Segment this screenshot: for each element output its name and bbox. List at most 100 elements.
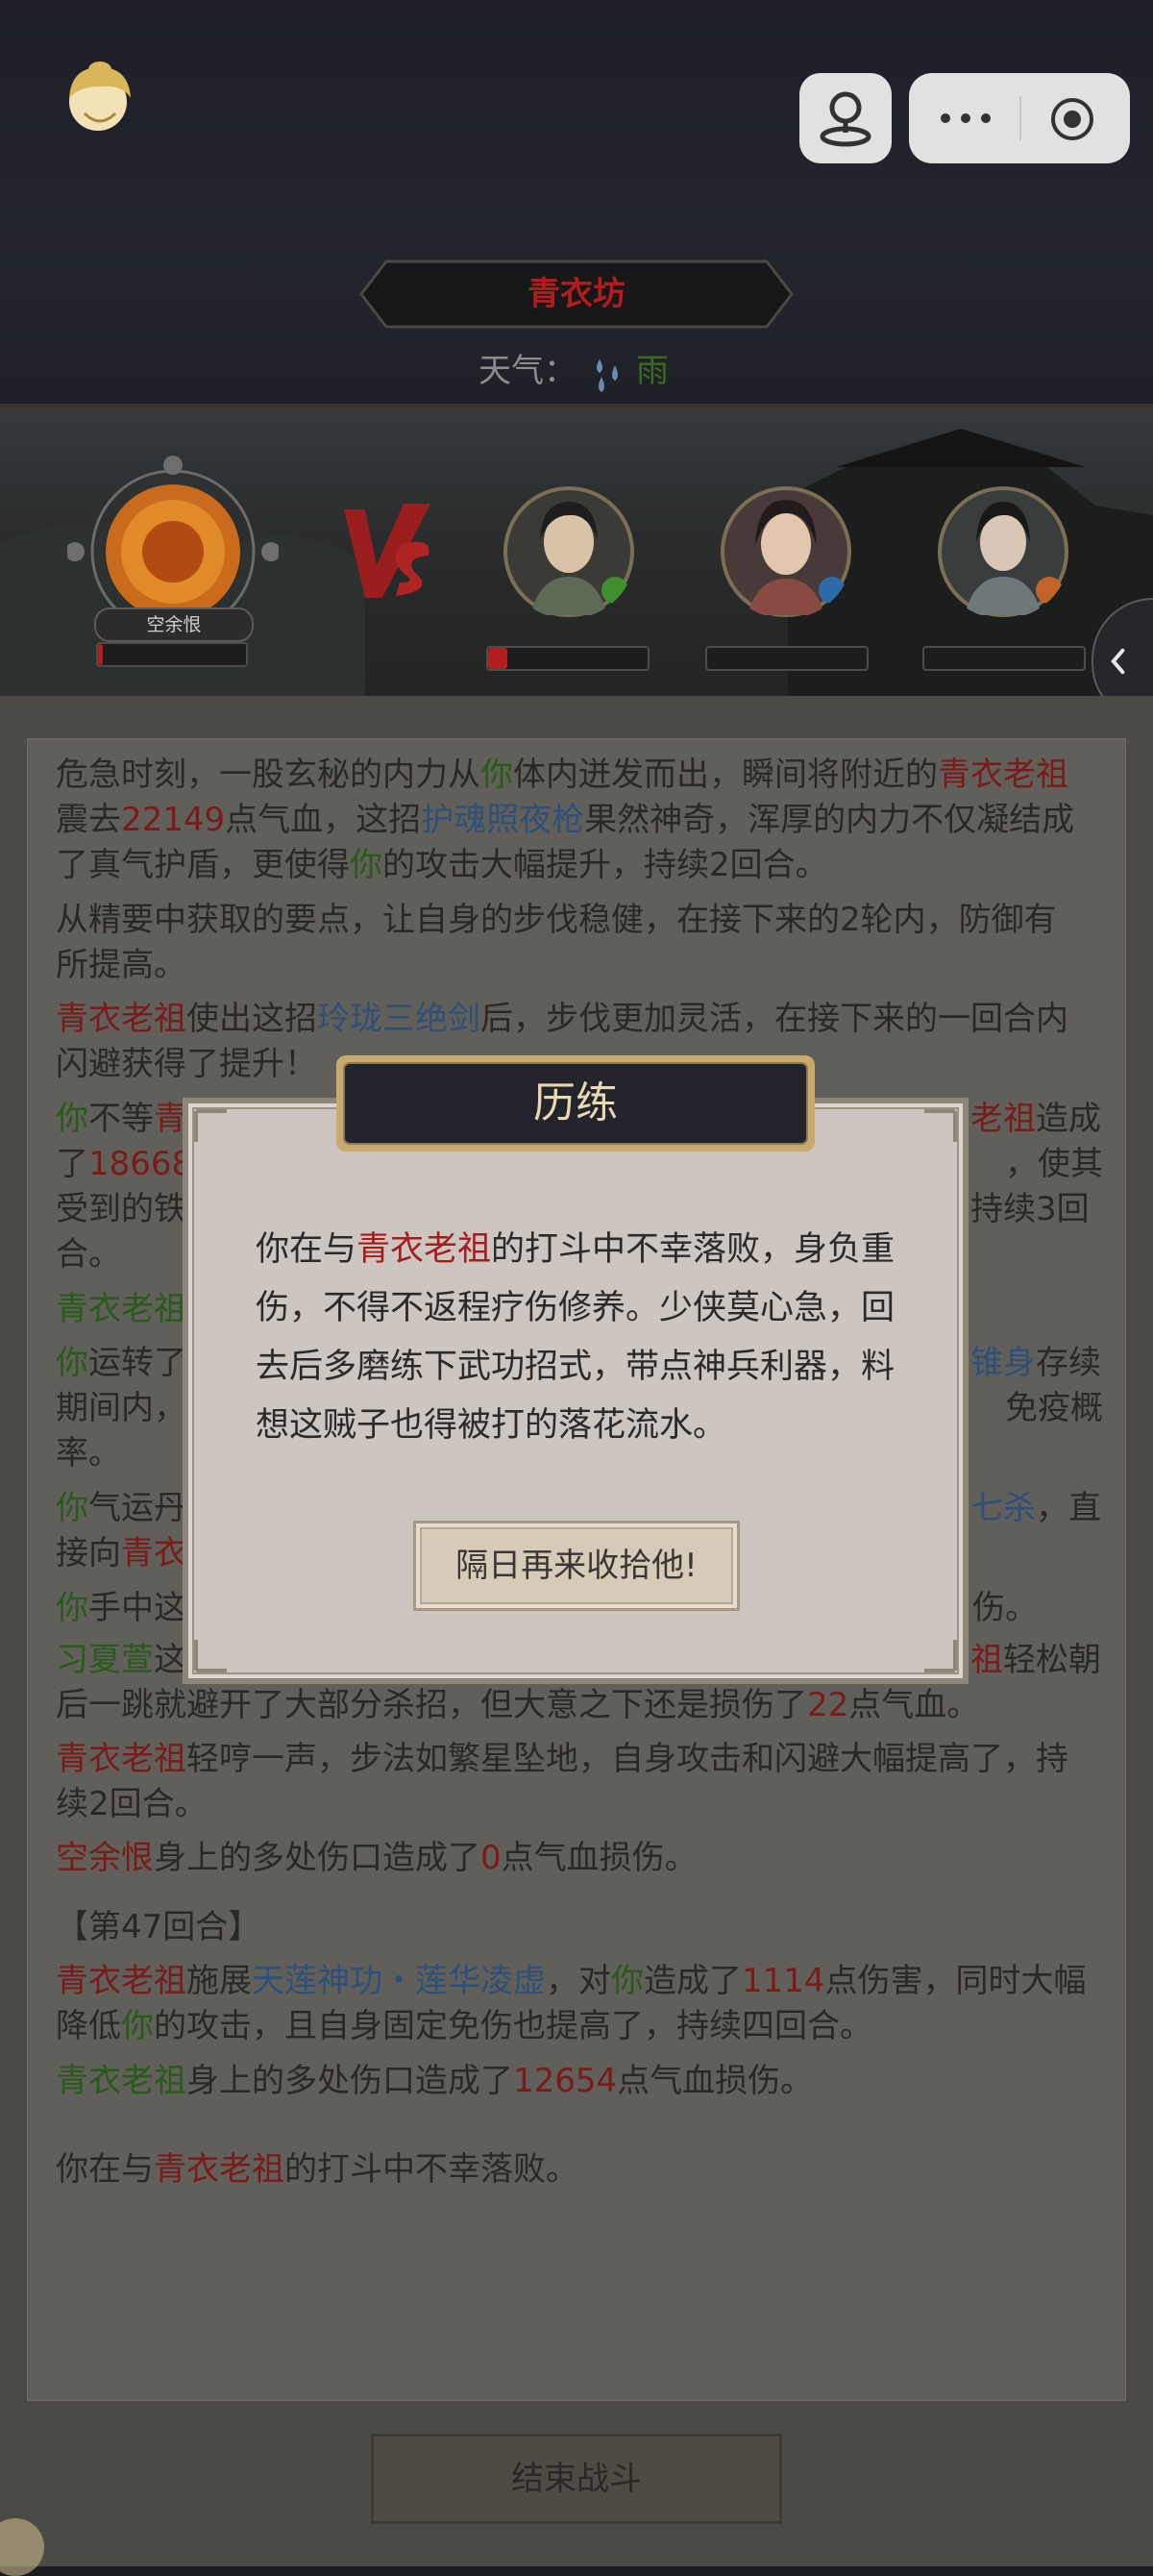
log-text: 身上的多处伤口造成了 [186, 2062, 513, 2100]
log-text: 不等 [88, 1100, 154, 1138]
pin-person-icon [820, 91, 871, 147]
name-highlight-red: 1114 [742, 1962, 825, 2000]
name-highlight-green: 青衣老祖 [56, 1290, 186, 1328]
player-hp-fill [98, 644, 103, 665]
log-text: 造成 [1036, 1100, 1101, 1138]
log-line: 祖轻松朝 [970, 1638, 1115, 1683]
dialog-message-line-1: 你在与青衣老祖的打斗中不幸落败，身负重 [256, 1221, 899, 1279]
dialog-message-line-2: 伤，不得不返程疗伤修养。少侠莫心急，回 [256, 1289, 895, 1327]
log-line: 青衣老祖使出这招玲珑三绝剑后，步伐更加灵活，在接下来的一回合内 [56, 997, 1103, 1042]
skill-name: 护魂照夜枪 [421, 801, 585, 839]
enemy-portrait-1[interactable] [502, 484, 636, 619]
log-text: 你在与 [56, 2150, 154, 2189]
name-highlight-red: 青衣老祖 [56, 1740, 186, 1778]
name-highlight-red: 22 [807, 1686, 849, 1724]
log-text: 点伤害，同时大幅 [824, 1962, 1087, 2000]
log-text: 点气血损伤。 [617, 2062, 814, 2100]
log-text: 运转了 [88, 1344, 186, 1382]
skill-name: 天莲神功・莲华凌虚 [252, 1962, 546, 2000]
log-text: 后一跳就避开了大部分杀招，但大意之下还是损伤了 [56, 1686, 807, 1724]
name-highlight-red: 青衣老祖 [154, 2150, 284, 2189]
log-text: 【第47回合】 [56, 1908, 261, 1946]
skill-name: 七杀 [970, 1489, 1036, 1527]
log-text: 点气血。 [848, 1686, 980, 1724]
log-text: 轻哼一声，步法如繁星坠地，自身攻击和闪避大幅提高了，持 [186, 1740, 1068, 1778]
log-line: 从精要中获取的要点，让自身的步伐稳健，在接下来的2轮内，防御有 [56, 898, 1103, 943]
enemy-portrait-2[interactable] [719, 484, 853, 619]
name-highlight-red: 空余恨 [56, 1839, 154, 1877]
name-highlight-green: 你 [350, 846, 382, 884]
log-text: 所提高。 [56, 946, 186, 984]
log-line: 你在与青衣老祖的打斗中不幸落败。 [56, 2147, 1103, 2192]
log-text: ，对 [546, 1962, 611, 2000]
close-program-icon[interactable] [1049, 96, 1095, 142]
log-line: 了真气护盾，更使得你的攻击大幅提升，持续2回合。 [56, 843, 1103, 888]
dialog-text: 你在与 [256, 1230, 357, 1269]
player-name-tag: 空余恨 [94, 607, 254, 642]
log-text: 存续 [1036, 1344, 1101, 1382]
log-line: 青衣老祖施展天莲神功・莲华凌虚，对你造成了1114点伤害，同时大幅 [56, 1959, 1103, 2004]
log-line: 所提高。 [56, 943, 1103, 988]
log-text: 降低 [56, 2007, 121, 2045]
log-text: 震去 [56, 801, 121, 839]
name-highlight-red: 青 [154, 1100, 186, 1138]
dialog-message-line-3: 去后多磨练下武功招式，带点神兵利器，料 [256, 1348, 895, 1386]
name-highlight-green: 你 [56, 1489, 88, 1527]
name-highlight-green: 你 [56, 1344, 88, 1382]
skill-name: 锥身 [970, 1344, 1036, 1382]
log-line: 伤。 [972, 1586, 1088, 1631]
weather-label: 天气： [478, 352, 576, 390]
end-battle-label: 结束战斗 [511, 2460, 642, 2498]
log-line: 青衣老祖轻哼一声，步法如繁星坠地，自身攻击和闪避大幅提高了，持 [56, 1737, 1103, 1782]
log-text: 伤。 [972, 1589, 1038, 1627]
log-text: 点气血，这招 [225, 801, 422, 839]
log-text: 免疫概 [1005, 1389, 1103, 1427]
location-button[interactable] [799, 73, 892, 163]
name-highlight-red: 青衣老祖 [56, 1000, 186, 1038]
log-line: 【第47回合】 [56, 1905, 1103, 1950]
log-line: 老祖造成 [970, 1097, 1115, 1142]
log-text: 使出这招 [186, 1000, 317, 1038]
log-text: 的打斗中不幸落败。 [284, 2150, 578, 2189]
name-highlight-red: 青衣 [121, 1534, 186, 1573]
name-highlight-red: 12654 [513, 2062, 618, 2100]
name-highlight-red: 青衣老祖 [938, 755, 1068, 794]
log-line: 七杀，直 [970, 1486, 1115, 1531]
log-line: 降低你的攻击，且自身固定免伤也提高了，持续四回合。 [56, 2004, 1103, 2049]
name-highlight-red: 祖 [970, 1641, 1003, 1679]
name-highlight-green: 青衣老祖 [56, 2062, 186, 2100]
log-text: 合。 [56, 1235, 121, 1274]
weather-value: 雨 [636, 352, 669, 390]
log-text: ，直 [1036, 1489, 1101, 1527]
dialog-title: 历练 [533, 1078, 618, 1127]
player-avatar-icon[interactable] [60, 60, 140, 140]
name-highlight-red: 老祖 [970, 1100, 1036, 1138]
log-line: 震去22149点气血，这招护魂照夜枪果然神奇，浑厚的内力不仅凝结成 [56, 798, 1103, 843]
name-highlight-red: 18668 [88, 1145, 193, 1183]
log-text: 造成了 [644, 1962, 742, 2000]
log-text: 续2回合。 [56, 1785, 208, 1823]
more-icon[interactable] [938, 106, 994, 131]
name-highlight-red: 0 [480, 1839, 502, 1877]
log-text: 的攻击大幅提升，持续2回合。 [382, 846, 828, 884]
log-text: 果然神奇，浑厚的内力不仅凝结成 [584, 801, 1075, 839]
name-highlight-green: 你 [56, 1589, 88, 1627]
skill-name: 玲珑三绝剑 [317, 1000, 480, 1038]
log-text: 受到的铁 [56, 1190, 186, 1228]
log-text: 施展 [186, 1962, 252, 2000]
dialog-message-line-4: 想这贼子也得被打的落花流水。 [256, 1406, 727, 1445]
name-highlight-red: 青衣老祖 [56, 1962, 186, 2000]
enemy-hp-bar-3 [922, 646, 1086, 671]
name-highlight-green: 你 [611, 1962, 644, 2000]
name-highlight-green: 你 [121, 2007, 154, 2045]
rain-drops-icon [597, 359, 618, 392]
enemy-portrait-3[interactable] [936, 484, 1070, 619]
log-text: 轻松朝 [1003, 1641, 1101, 1679]
enemy-hp-bar-1 [486, 646, 650, 671]
log-text: 后，步伐更加灵活，在接下来的一回合内 [480, 1000, 1068, 1038]
log-text: 气运丹 [88, 1489, 186, 1527]
name-highlight-green: 你 [480, 755, 513, 794]
capsule-divider [1019, 96, 1021, 140]
log-text: 率。 [56, 1434, 121, 1473]
log-text: 了 [56, 1145, 88, 1183]
